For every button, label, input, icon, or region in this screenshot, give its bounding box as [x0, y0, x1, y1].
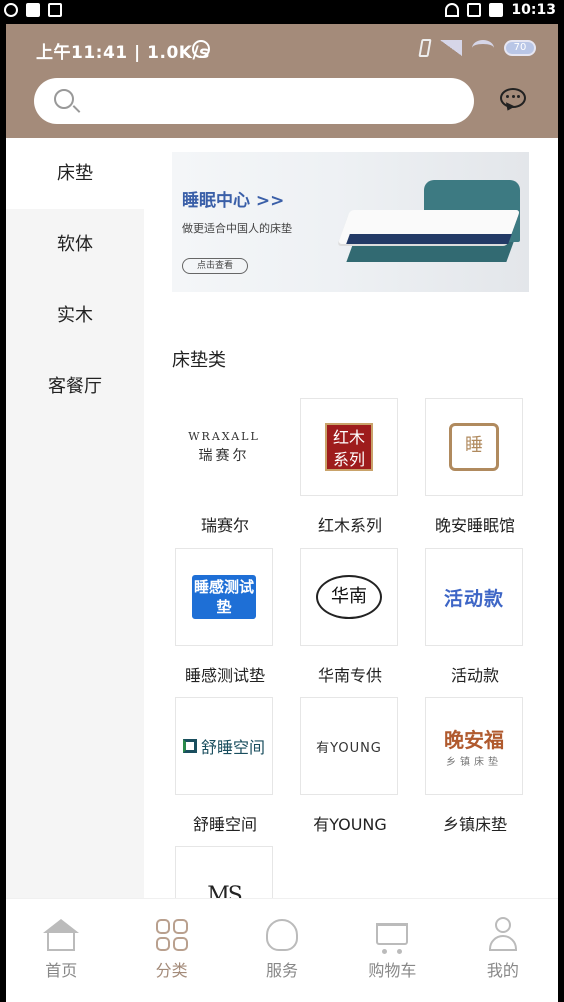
brand-item-promo[interactable]: 活动款 活动款	[425, 548, 525, 688]
sidebar-item-living-dining[interactable]: 客餐厅	[6, 351, 144, 422]
category-content: 睡眠中心 >> 做更适合中国人的床垫 点击查看 床垫类 WRAXALL 瑞赛尔 …	[144, 138, 558, 898]
brand-name: 睡感测试垫	[184, 666, 265, 685]
brand-item-sleep-test[interactable]: 睡感测试垫 睡感测试垫	[175, 548, 275, 688]
sidebar-item-solid-wood[interactable]: 实木	[6, 280, 144, 351]
app-status-bar: 上午11:41 | 1.0K/s 70	[36, 38, 536, 63]
nav-service[interactable]: 服务	[227, 899, 337, 1002]
signal-hd-icon	[440, 40, 462, 56]
logo-text: 睡	[449, 423, 499, 471]
brand-name: 瑞赛尔	[200, 516, 249, 535]
brand-logo-comfort-sleep: 舒睡空间	[175, 697, 273, 795]
sidebar-item-mattress[interactable]: 床垫	[6, 138, 144, 209]
app-window: 上午11:41 | 1.0K/s 70 床垫 软体 实木 客餐厅 睡眠中心 >>	[6, 24, 558, 1002]
user-icon-body	[488, 935, 517, 951]
alarm-icon	[192, 40, 210, 58]
search-bar[interactable]	[34, 78, 474, 124]
category-icon	[155, 919, 188, 951]
nav-category[interactable]: 分类	[116, 899, 226, 1002]
brand-logo-moon-shine: MS	[175, 846, 273, 898]
logo-text: WRAXALL	[188, 429, 260, 443]
brand-name: 华南专供	[317, 666, 382, 685]
brand-item-young[interactable]: 有YOUNG 有YOUNG	[300, 697, 400, 837]
system-time: 10:13	[511, 2, 556, 18]
cart-wheels	[382, 949, 403, 954]
brand-item-good-night[interactable]: 睡 晚安睡眠馆	[425, 398, 525, 538]
brand-logo-huanan: 华南	[300, 548, 398, 646]
logo-subtext: 瑞赛尔	[198, 447, 250, 464]
logo-text: 活动款	[443, 587, 504, 610]
status-text: 上午11:41 | 1.0K/s	[36, 43, 210, 63]
text-icon	[48, 3, 62, 17]
brand-logo-young: 有YOUNG	[300, 697, 398, 795]
brand-item-wraxall[interactable]: WRAXALL 瑞赛尔 瑞赛尔	[175, 398, 275, 538]
home-icon-body	[47, 931, 76, 951]
logo-text: MS	[207, 882, 243, 899]
brand-logo-wraxall: WRAXALL 瑞赛尔	[175, 398, 273, 496]
message-icon[interactable]	[500, 88, 526, 113]
logo-subtext: 乡镇床垫	[446, 757, 502, 768]
logo-text: 有YOUNG	[316, 740, 382, 756]
logo-text: 华南	[316, 575, 382, 619]
nav-label: 我的	[486, 961, 519, 980]
brand-name: 有YOUNG	[313, 815, 387, 834]
brand-name: 乡镇床垫	[442, 815, 507, 834]
nav-label: 购物车	[368, 961, 417, 980]
search-icon	[54, 89, 74, 109]
nav-cart[interactable]: 购物车	[337, 899, 447, 1002]
brand-name: 红木系列	[317, 516, 382, 535]
service-icon	[266, 919, 299, 951]
logo-text: 晚安福	[444, 728, 504, 752]
battery-icon	[489, 3, 504, 17]
bed-base-image	[346, 242, 514, 262]
nav-profile[interactable]: 我的	[448, 899, 558, 1002]
brand-name: 舒睡空间	[192, 815, 257, 834]
sync-icon	[4, 3, 18, 17]
brand-item-huanan[interactable]: 华南 华南专供	[300, 548, 400, 688]
signal-icon	[467, 3, 482, 17]
logo-text: 舒睡空间	[200, 738, 265, 757]
header: 上午11:41 | 1.0K/s 70	[6, 24, 558, 138]
user-icon	[494, 917, 511, 933]
logo-text: 睡感测试垫	[192, 575, 256, 619]
logo-mark	[182, 739, 197, 753]
nav-label: 服务	[266, 961, 299, 980]
nav-label: 分类	[155, 961, 188, 980]
logo-text: 红木系列	[325, 423, 373, 471]
file-icon	[26, 3, 40, 17]
mattress-band-image	[346, 234, 512, 244]
sidebar-item-soft[interactable]: 软体	[6, 209, 144, 280]
nav-label: 首页	[45, 961, 78, 980]
brand-name: 晚安睡眠馆	[434, 516, 515, 535]
wifi-icon	[472, 40, 494, 56]
banner-subtitle: 做更适合中国人的床垫	[182, 222, 292, 235]
search-input[interactable]	[86, 78, 456, 124]
battery-indicator: 70	[504, 40, 536, 56]
brand-logo-good-night: 睡	[425, 398, 523, 496]
section-title: 床垫类	[172, 350, 226, 371]
brand-item-moon-shine[interactable]: MS	[175, 846, 275, 898]
brand-logo-sleep-test: 睡感测试垫	[175, 548, 273, 646]
nav-home[interactable]: 首页	[6, 899, 116, 1002]
brand-item-township[interactable]: 晚安福 乡镇床垫 乡镇床垫	[425, 697, 525, 837]
brand-item-redwood[interactable]: 红木系列 红木系列	[300, 398, 400, 538]
brand-logo-promo: 活动款	[425, 548, 523, 646]
bluetooth-icon	[418, 39, 432, 57]
wifi-icon	[445, 3, 460, 17]
banner-title: 睡眠中心 >>	[182, 191, 285, 211]
brand-logo-redwood: 红木系列	[300, 398, 398, 496]
brand-name: 活动款	[450, 666, 499, 685]
brand-logo-township: 晚安福 乡镇床垫	[425, 697, 523, 795]
system-status-bar: 10:13	[0, 0, 564, 24]
cart-icon	[376, 923, 409, 945]
brand-item-comfort-sleep[interactable]: 舒睡空间 舒睡空间	[175, 697, 275, 837]
sleep-center-banner[interactable]: 睡眠中心 >> 做更适合中国人的床垫 点击查看	[172, 152, 529, 292]
bottom-navigation: 首页 分类 服务 购物车 我的	[6, 898, 558, 1002]
category-sidebar: 床垫 软体 实木 客餐厅	[6, 138, 144, 898]
banner-view-button[interactable]: 点击查看	[182, 258, 248, 274]
